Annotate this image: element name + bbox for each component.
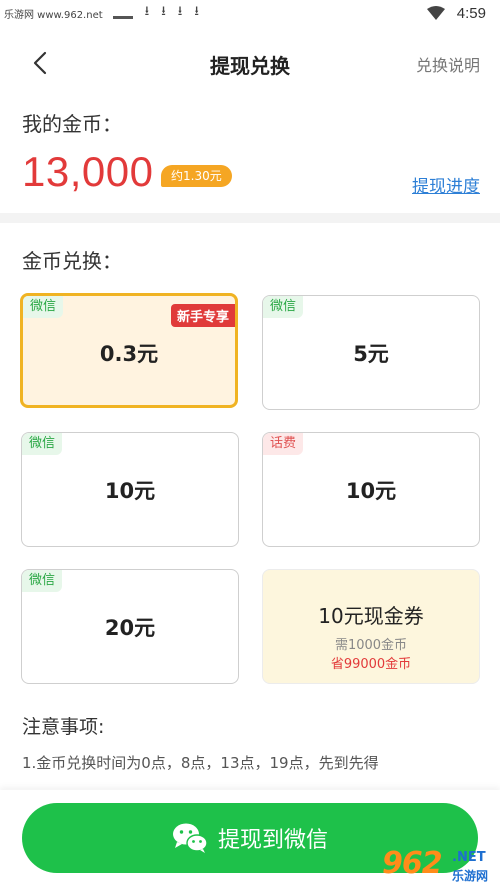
status-bar: 乐游网 www.962.net ⭳ ⭳ ⭳ ⭳ 4:59 bbox=[0, 0, 500, 26]
cash-voucher-card[interactable]: 10元现金券 需1000金币 省99000金币 bbox=[262, 569, 480, 684]
exchange-option-card[interactable]: 微信 10元 bbox=[21, 432, 239, 547]
nav-header: 提现兑换 兑换说明 bbox=[0, 36, 500, 90]
watermark-number: 962 bbox=[382, 846, 443, 881]
voucher-cost: 需1000金币 bbox=[334, 638, 408, 653]
voucher-title: 10元现金券 bbox=[318, 604, 424, 628]
download-icon: ⭳ bbox=[194, 4, 199, 19]
wechat-tag: 微信 bbox=[22, 570, 63, 592]
voucher-savings: 省99000金币 bbox=[330, 657, 412, 672]
section-divider bbox=[0, 213, 500, 223]
watermark-net: .NET bbox=[452, 850, 486, 865]
option-amount: 5元 bbox=[353, 342, 389, 366]
wechat-icon bbox=[172, 823, 208, 853]
exchange-option-card[interactable]: 微信 新手专享 0.3元 bbox=[20, 293, 238, 408]
my-coins-label: 我的金币： bbox=[22, 112, 122, 136]
exchange-option-card[interactable]: 微信 20元 bbox=[21, 569, 239, 684]
download-icon: ⭳ bbox=[161, 4, 166, 19]
exchange-option-card[interactable]: 话费 10元 bbox=[262, 432, 480, 547]
withdraw-progress-link[interactable]: 提现进度 bbox=[412, 172, 480, 197]
wechat-tag: 微信 bbox=[22, 433, 63, 455]
wifi-icon bbox=[426, 6, 445, 20]
status-watermark: 乐游网 www.962.net bbox=[4, 9, 103, 21]
site-watermark-logo: 962 .NET 乐游网 bbox=[378, 846, 496, 884]
exchange-section-title: 金币兑换： bbox=[22, 249, 122, 273]
withdraw-button-label: 提现到微信 bbox=[217, 828, 328, 853]
notes-line: 1.金币兑换时间为0点，8点，13点，19点，先到先得 bbox=[22, 754, 379, 772]
watermark-site-name: 乐游网 bbox=[452, 869, 489, 883]
option-amount: 0.3元 bbox=[99, 342, 159, 366]
phone-bill-tag: 话费 bbox=[263, 433, 304, 455]
exchange-instructions-link[interactable]: 兑换说明 bbox=[416, 52, 480, 76]
coin-balance: 13,000 bbox=[22, 148, 154, 195]
notes-title: 注意事项: bbox=[22, 716, 105, 738]
option-amount: 20元 bbox=[104, 616, 156, 640]
notification-bar-icon bbox=[112, 15, 133, 19]
coin-value-badge: 约1.30元 bbox=[161, 165, 232, 187]
wechat-tag: 微信 bbox=[23, 296, 64, 318]
download-icon: ⭳ bbox=[144, 4, 150, 19]
download-icon: ⭳ bbox=[177, 4, 183, 19]
option-amount: 10元 bbox=[345, 479, 397, 503]
newbie-badge: 新手专享 bbox=[170, 304, 235, 327]
exchange-option-card[interactable]: 微信 5元 bbox=[262, 295, 480, 410]
status-time: 4:59 bbox=[456, 4, 486, 22]
wechat-tag: 微信 bbox=[263, 296, 304, 318]
back-arrow-icon[interactable] bbox=[28, 50, 54, 76]
option-amount: 10元 bbox=[104, 479, 156, 503]
